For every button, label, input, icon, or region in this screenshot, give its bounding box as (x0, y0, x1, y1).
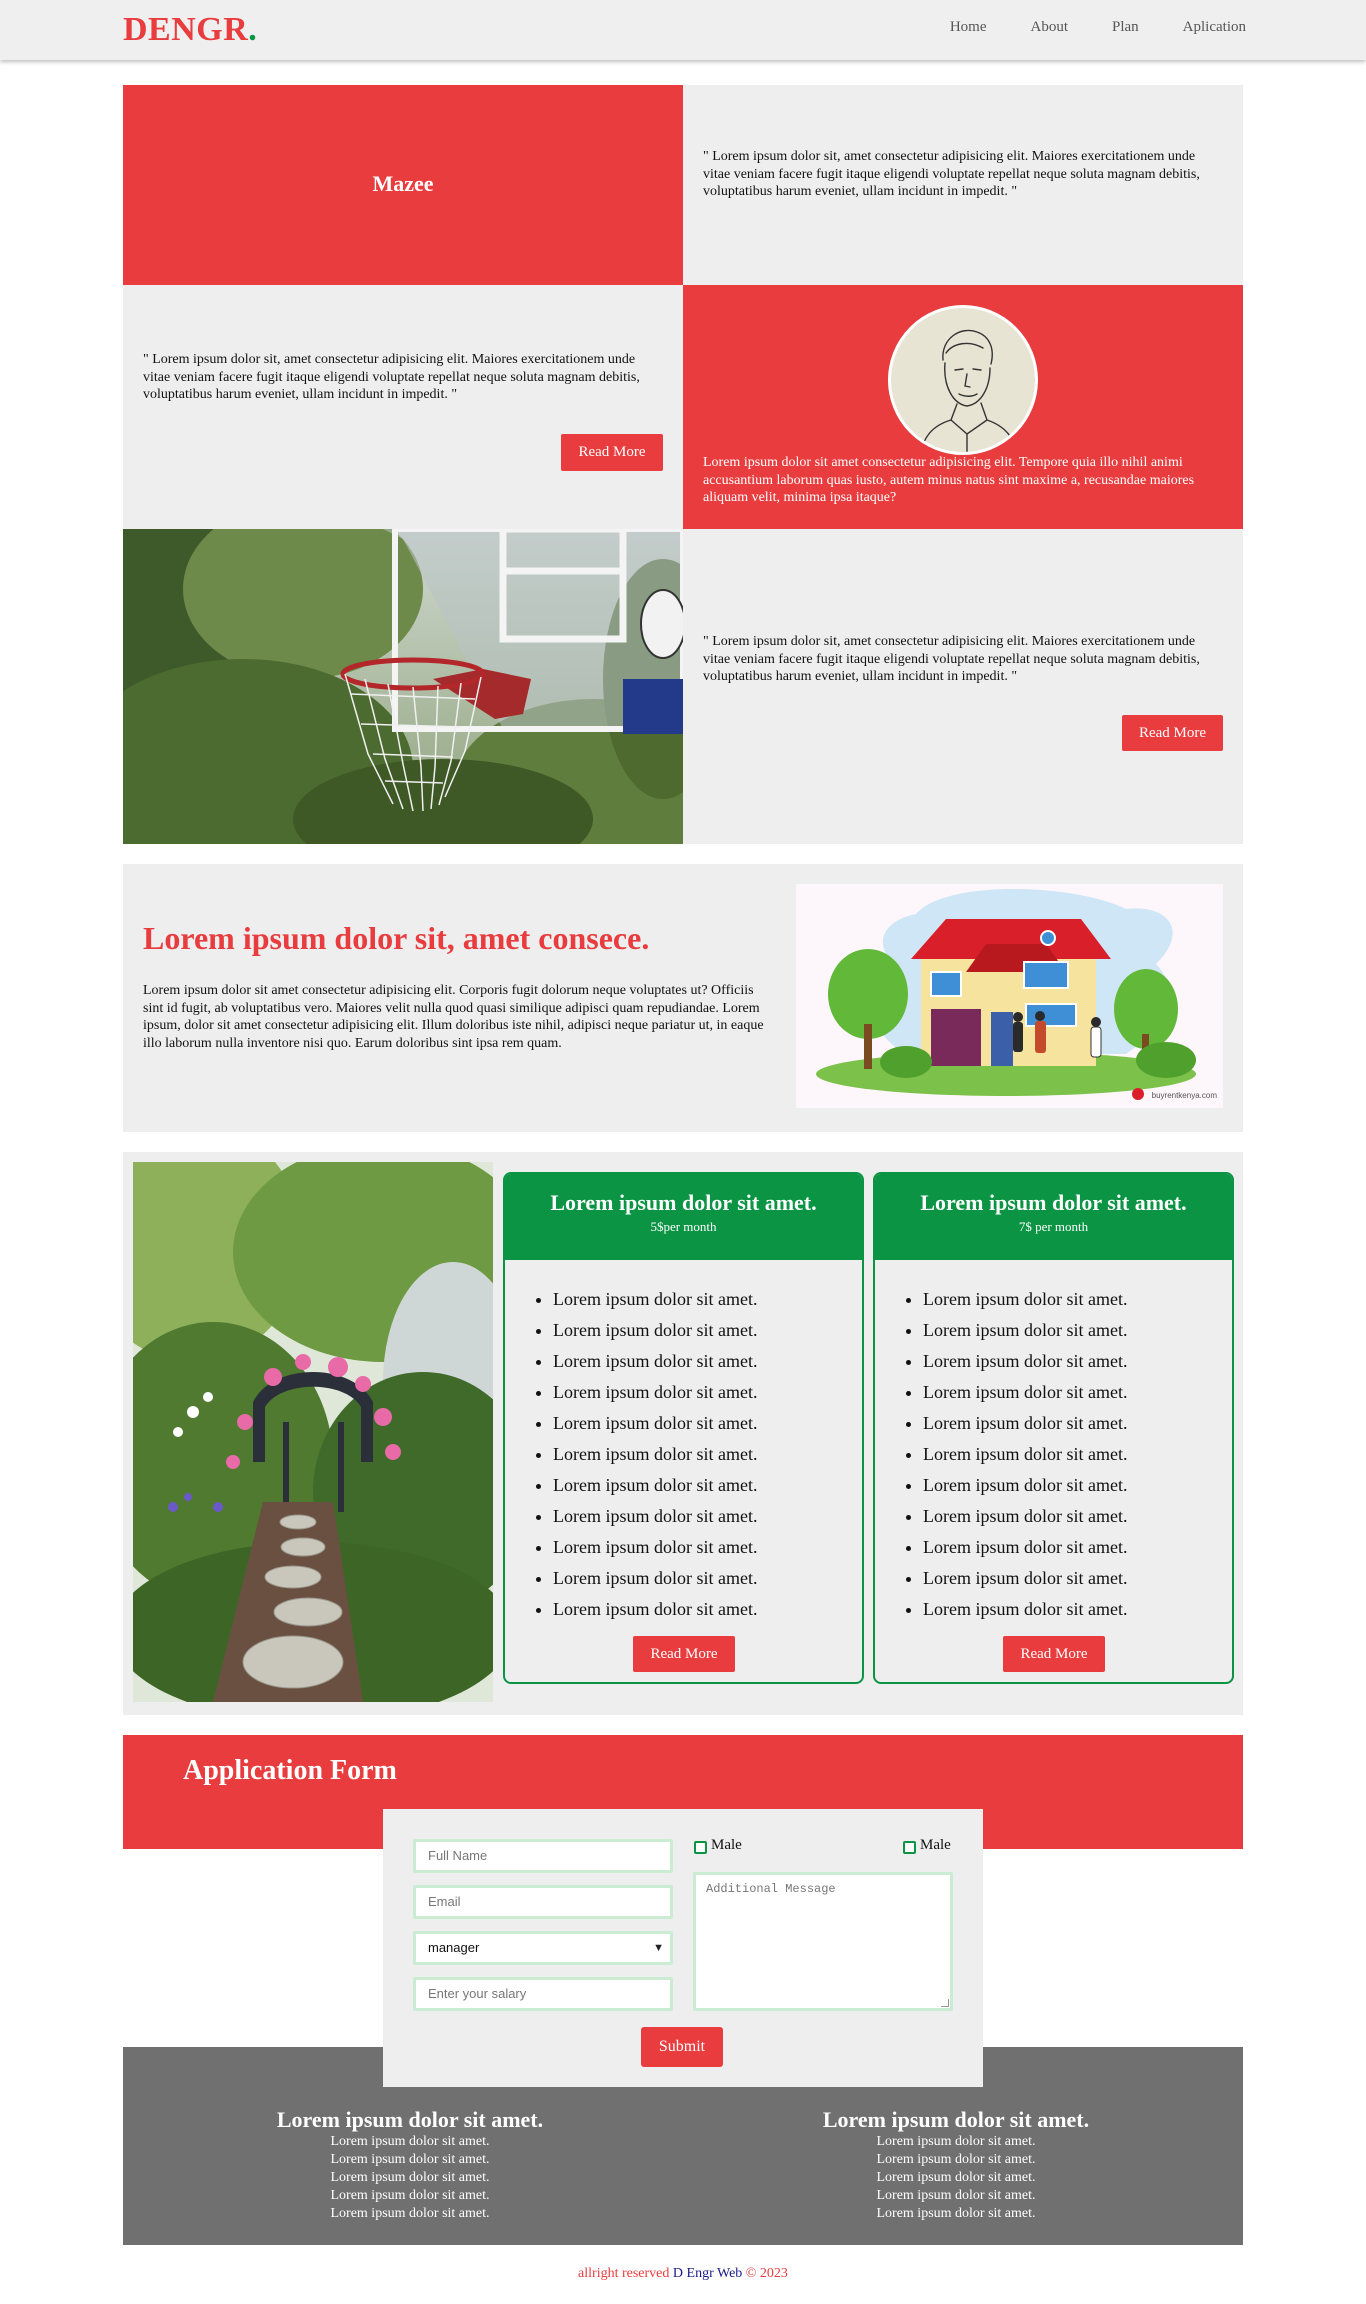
list-item: Lorem ipsum dolor sit amet. (923, 1439, 1232, 1470)
nav-application-link[interactable]: Aplication (1183, 19, 1246, 36)
profile-avatar (888, 305, 1038, 455)
basketball-hoop-image (123, 529, 683, 844)
plan-read-more-button[interactable]: Read More (633, 1636, 735, 1672)
list-item: Lorem ipsum dolor sit amet. (553, 1408, 862, 1439)
list-item: Lorem ipsum dolor sit amet. (923, 1377, 1232, 1408)
list-item: Lorem ipsum dolor sit amet. (553, 1501, 862, 1532)
list-item: Lorem ipsum dolor sit amet. (923, 1346, 1232, 1377)
list-item: Lorem ipsum dolor sit amet. (923, 1315, 1232, 1346)
site-header: DENGR. Home About Plan Aplication (0, 0, 1366, 60)
quote-text-1: " Lorem ipsum dolor sit, amet consectetu… (703, 149, 1200, 199)
copyright-prefix: allright reserved (578, 2266, 673, 2281)
logo-dot: . (248, 11, 258, 48)
feature-title: Lorem ipsum dolor sit, amet consece. (143, 920, 650, 956)
mazee-panel: Mazee (123, 85, 683, 285)
site-logo[interactable]: DENGR. (123, 11, 257, 49)
man-sketch-icon (919, 329, 1019, 452)
house-illustration: buyrentkenya.com (796, 884, 1223, 1108)
quote-panel-3: " Lorem ipsum dolor sit, amet consectetu… (683, 529, 1243, 844)
resize-handle-icon (941, 1999, 949, 2007)
list-item: Lorem ipsum dolor sit amet. (923, 1408, 1232, 1439)
salary-field[interactable]: Enter your salary (413, 1977, 673, 2011)
plan-header: Lorem ipsum dolor sit amet. 7$ per month (875, 1174, 1232, 1260)
quote-panel-1: " Lorem ipsum dolor sit, amet consectetu… (683, 85, 1243, 285)
nav-about-link[interactable]: About (1031, 19, 1069, 36)
copyright-line: allright reserved D Engr Web © 2023 (0, 2266, 1366, 2282)
profile-panel: Lorem ipsum dolor sit amet consectetur a… (683, 285, 1243, 529)
read-more-button-2[interactable]: Read More (1122, 715, 1223, 751)
list-item: Lorem ipsum dolor sit amet. (923, 1501, 1232, 1532)
footer-line: Lorem ipsum dolor sit amet. (876, 2188, 1036, 2203)
plan-header: Lorem ipsum dolor sit amet. 5$per month (505, 1174, 862, 1260)
copyright-suffix: © 2023 (742, 2266, 788, 2281)
footer-column-1: Lorem ipsum dolor sit amet. Lorem ipsum … (230, 2107, 590, 2223)
male-checkbox-1[interactable] (694, 1841, 707, 1854)
footer-line: Lorem ipsum dolor sit amet. (876, 2152, 1036, 2167)
feature-section: Lorem ipsum dolor sit, amet consece. Lor… (123, 864, 1243, 1132)
footer-title: Lorem ipsum dolor sit amet. (276, 2107, 544, 2132)
plan-title: Lorem ipsum dolor sit amet. (550, 1190, 817, 1215)
footer-line: Lorem ipsum dolor sit amet. (330, 2134, 490, 2149)
male-checkbox-2[interactable] (903, 1841, 916, 1854)
list-item: Lorem ipsum dolor sit amet. (553, 1346, 862, 1377)
plan-card-basic: Lorem ipsum dolor sit amet. 5$per month … (503, 1172, 864, 1684)
plans-section: Lorem ipsum dolor sit amet. 5$per month … (123, 1152, 1243, 1715)
feature-body: Lorem ipsum dolor sit amet consectetur a… (143, 983, 764, 1051)
plan-price: 5$per month (650, 1219, 717, 1234)
footer-line: Lorem ipsum dolor sit amet. (876, 2170, 1036, 2185)
mazee-title: Mazee (372, 171, 434, 196)
logo-text: DENGR (123, 11, 249, 48)
list-item: Lorem ipsum dolor sit amet. (923, 1594, 1232, 1625)
plan-card-premium: Lorem ipsum dolor sit amet. 7$ per month… (873, 1172, 1234, 1684)
list-item: Lorem ipsum dolor sit amet. (923, 1563, 1232, 1594)
list-item: Lorem ipsum dolor sit amet. (923, 1532, 1232, 1563)
list-item: Lorem ipsum dolor sit amet. (553, 1470, 862, 1501)
male-checkbox-2-label: Male (920, 1837, 951, 1853)
footer-line: Lorem ipsum dolor sit amet. (876, 2206, 1036, 2221)
list-item: Lorem ipsum dolor sit amet. (553, 1315, 862, 1346)
footer-line: Lorem ipsum dolor sit amet. (330, 2170, 490, 2185)
plan-title: Lorem ipsum dolor sit amet. (920, 1190, 1187, 1215)
quote-text-3: " Lorem ipsum dolor sit, amet consectetu… (703, 634, 1200, 684)
main-nav: Home About Plan Aplication (906, 19, 1246, 36)
role-select[interactable]: manager ▼ (413, 1931, 673, 1965)
list-item: Lorem ipsum dolor sit amet. (923, 1470, 1232, 1501)
read-more-button-1[interactable]: Read More (561, 434, 663, 471)
plan-features: Lorem ipsum dolor sit amet. Lorem ipsum … (505, 1284, 862, 1625)
plan-features: Lorem ipsum dolor sit amet. Lorem ipsum … (875, 1284, 1232, 1625)
email-field[interactable]: Email (413, 1885, 673, 1919)
male-checkbox-1-label: Male (711, 1837, 742, 1853)
full-name-field[interactable]: Full Name (413, 1839, 673, 1873)
role-select-value: manager (428, 1940, 480, 1955)
form-title: Application Form (183, 1755, 397, 1786)
footer-line: Lorem ipsum dolor sit amet. (876, 2134, 1036, 2149)
plan-price: 7$ per month (1018, 1219, 1089, 1234)
message-placeholder: Additional Message (706, 1882, 836, 1896)
copyright-brand-link[interactable]: D Engr Web (673, 2266, 742, 2281)
list-item: Lorem ipsum dolor sit amet. (553, 1377, 862, 1408)
footer-line: Lorem ipsum dolor sit amet. (330, 2206, 490, 2221)
profile-text: Lorem ipsum dolor sit amet consectetur a… (703, 455, 1195, 505)
footer-title: Lorem ipsum dolor sit amet. (822, 2107, 1090, 2132)
application-form-card: Full Name Email manager ▼ Enter your sal… (383, 1809, 983, 2087)
quote-text-2: " Lorem ipsum dolor sit, amet consectetu… (143, 352, 640, 402)
additional-message-textarea[interactable]: Additional Message (693, 1872, 953, 2011)
garden-path-image (133, 1162, 493, 1702)
footer-column-2: Lorem ipsum dolor sit amet. Lorem ipsum … (776, 2107, 1136, 2223)
image-caption: buyrentkenya.com (1151, 1091, 1217, 1100)
footer-line: Lorem ipsum dolor sit amet. (330, 2188, 490, 2203)
plan-read-more-button[interactable]: Read More (1003, 1636, 1105, 1672)
list-item: Lorem ipsum dolor sit amet. (553, 1594, 862, 1625)
nav-plan-link[interactable]: Plan (1112, 19, 1139, 36)
nav-home-link[interactable]: Home (950, 19, 987, 36)
submit-button[interactable]: Submit (641, 2027, 723, 2067)
footer-line: Lorem ipsum dolor sit amet. (330, 2152, 490, 2167)
list-item: Lorem ipsum dolor sit amet. (923, 1284, 1232, 1315)
list-item: Lorem ipsum dolor sit amet. (553, 1284, 862, 1315)
list-item: Lorem ipsum dolor sit amet. (553, 1532, 862, 1563)
quote-panel-2: " Lorem ipsum dolor sit, amet consectetu… (123, 285, 683, 529)
list-item: Lorem ipsum dolor sit amet. (553, 1439, 862, 1470)
list-item: Lorem ipsum dolor sit amet. (553, 1563, 862, 1594)
chevron-down-icon: ▼ (653, 1942, 664, 1954)
